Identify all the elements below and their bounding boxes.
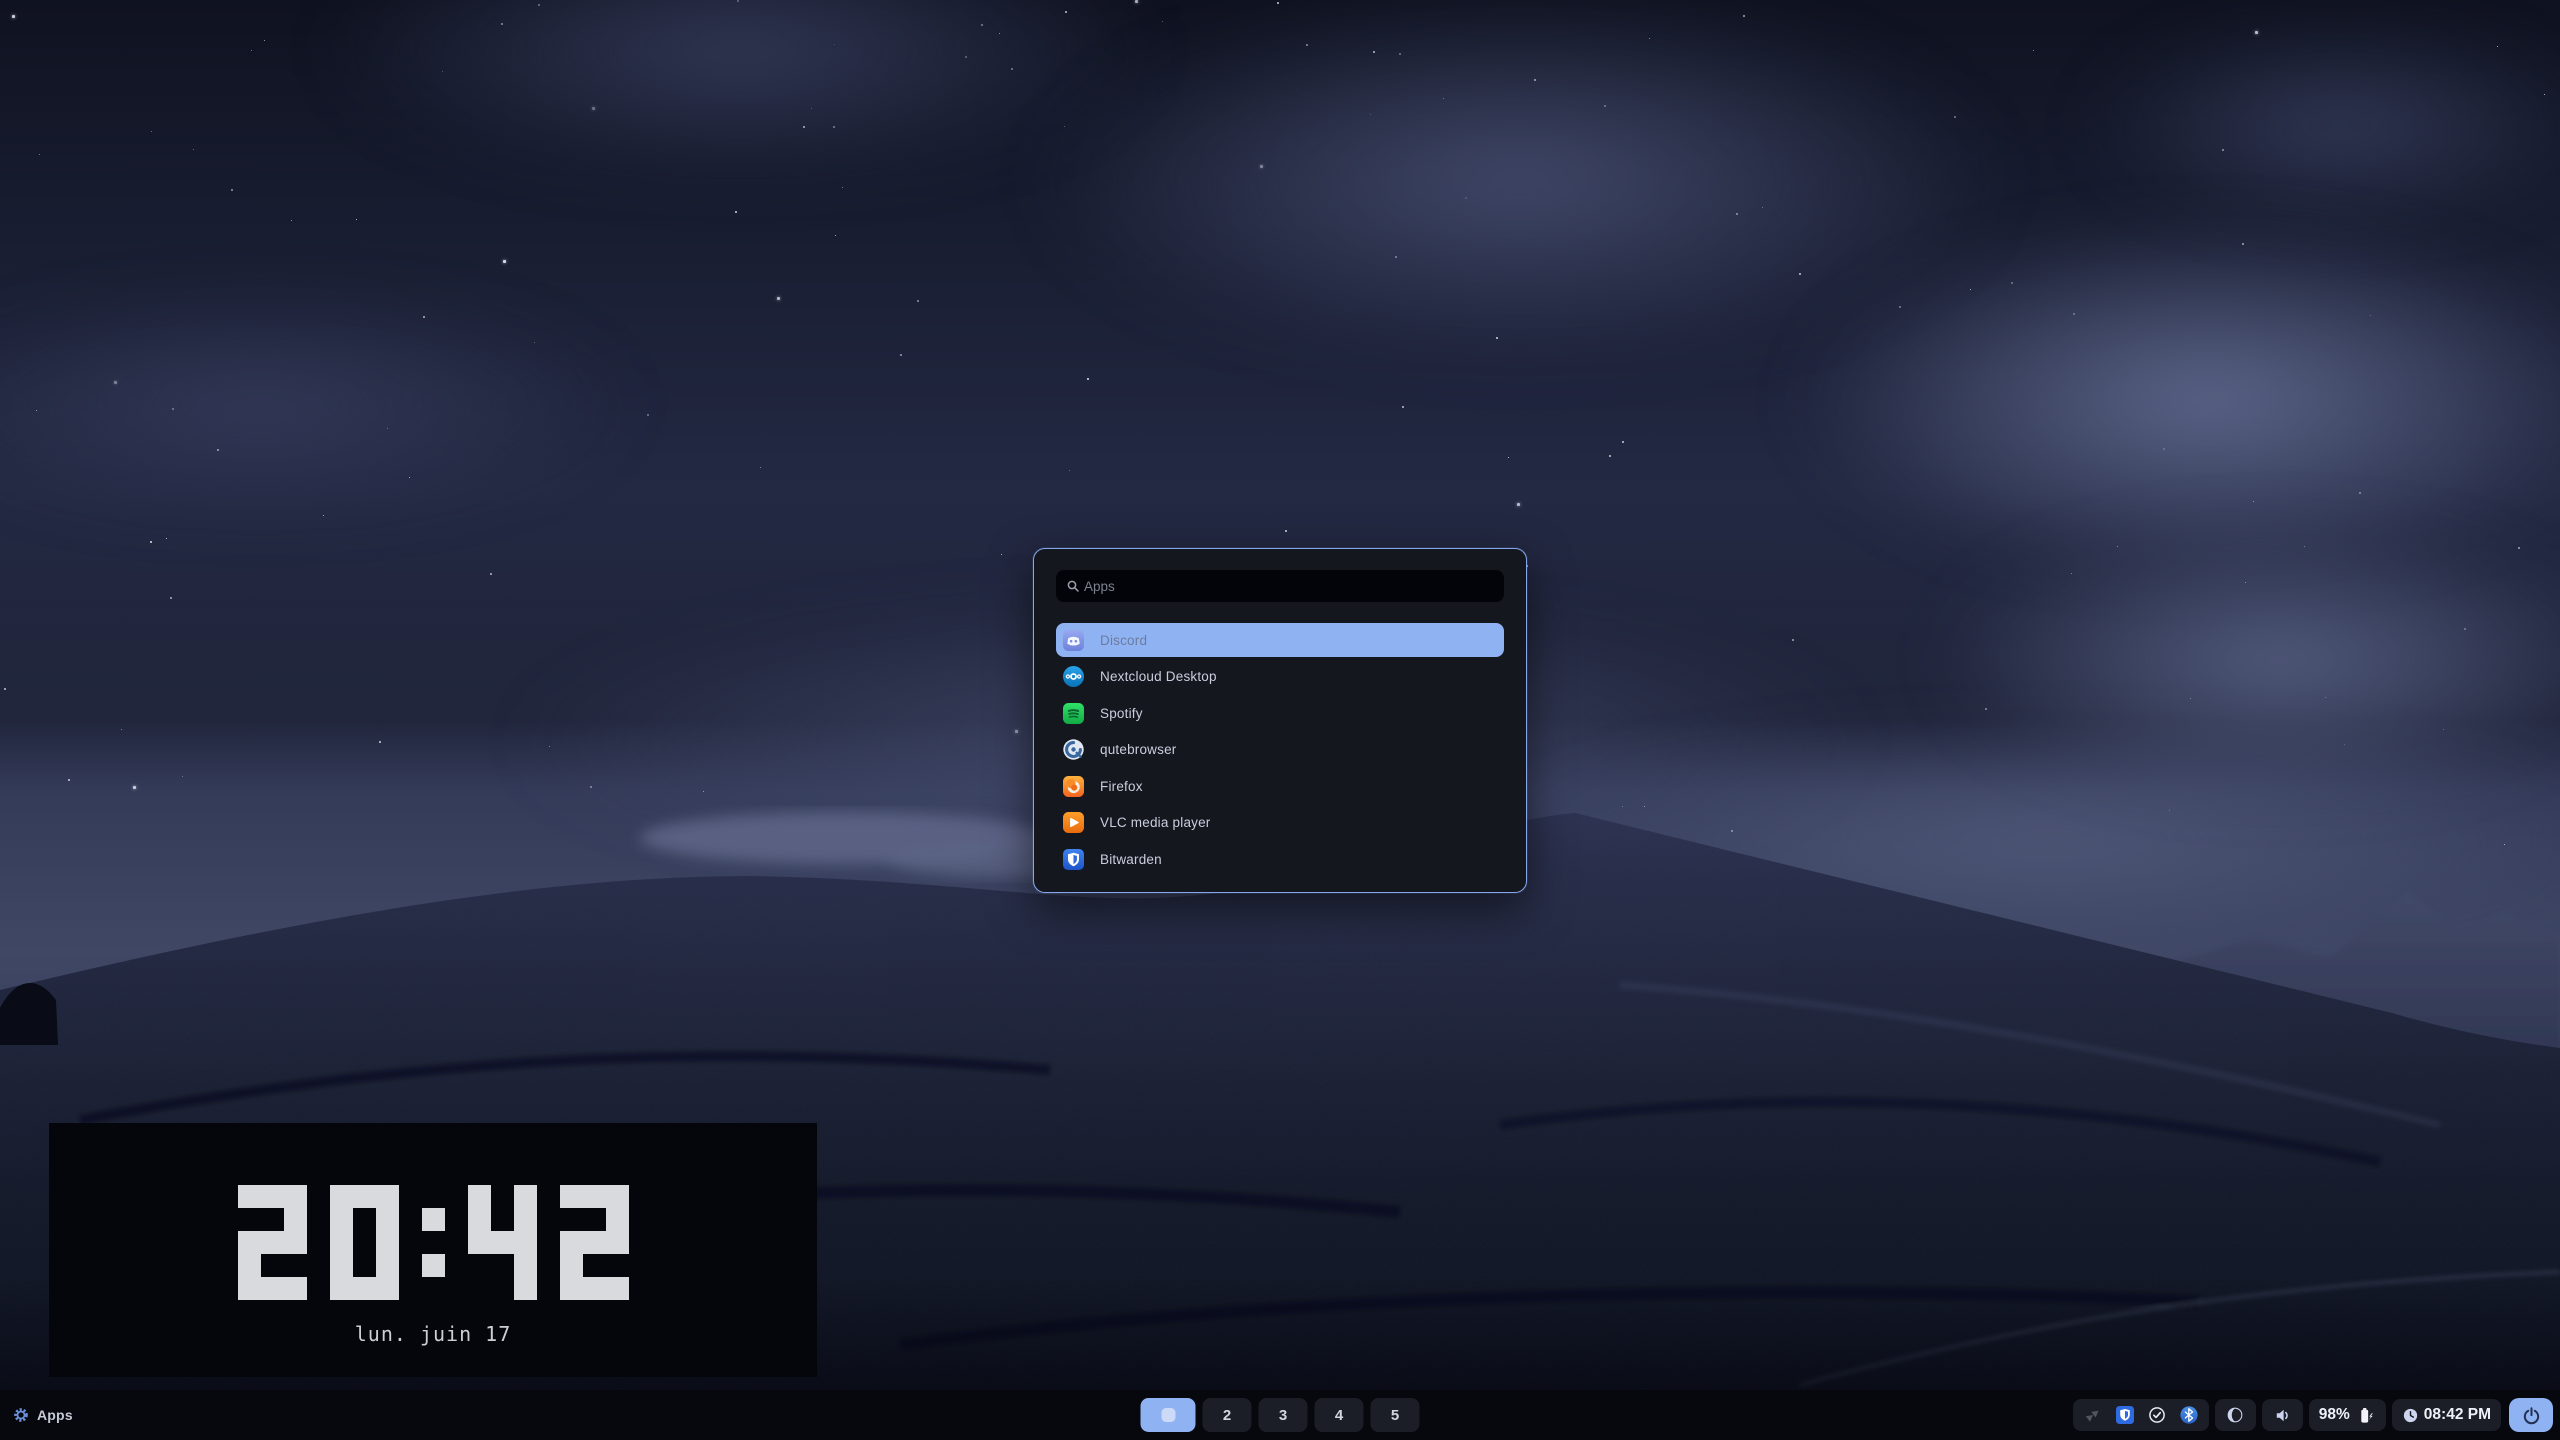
app-label: Discord	[1100, 633, 1147, 648]
check-circle-icon[interactable]	[2148, 1406, 2166, 1424]
workspace-active-dot	[1161, 1408, 1175, 1422]
clock-widget: lun. juin 17	[49, 1123, 817, 1377]
volume-button[interactable]	[2262, 1399, 2303, 1431]
bitwarden-tray-icon[interactable]	[2116, 1406, 2134, 1424]
clock-indicator[interactable]: 08:42 PM	[2392, 1399, 2501, 1431]
taskbar-time: 08:42 PM	[2424, 1406, 2491, 1424]
taskbar-right: 98% 08:42 PM	[2073, 1398, 2553, 1432]
workspace-button-3[interactable]: 3	[1259, 1398, 1308, 1432]
app-launcher: Discord Nextcloud Desktop Spotify qutebrows…	[1033, 548, 1527, 893]
app-label: Bitwarden	[1100, 852, 1162, 867]
taskbar: Apps 2345 98% 08:42 PM	[0, 1390, 2560, 1440]
app-item-bitwarden[interactable]: Bitwarden	[1056, 842, 1504, 876]
vlc-icon	[1063, 812, 1084, 833]
bitwarden-icon	[1063, 849, 1084, 870]
gear-icon	[13, 1407, 29, 1423]
app-item-firefox[interactable]: Firefox	[1056, 769, 1504, 803]
app-label: Firefox	[1100, 779, 1143, 794]
app-item-discord[interactable]: Discord	[1056, 623, 1504, 657]
sync-arrows-icon[interactable]	[2084, 1406, 2102, 1424]
bluetooth-icon[interactable]	[2180, 1406, 2198, 1424]
app-label: Spotify	[1100, 706, 1143, 721]
clock-icon	[2402, 1407, 2419, 1424]
workspace-switcher: 2345	[1141, 1398, 1420, 1432]
night-light-button[interactable]	[2215, 1399, 2256, 1431]
app-item-vlc-media-player[interactable]: VLC media player	[1056, 806, 1504, 840]
app-label: qutebrowser	[1100, 742, 1177, 757]
workspace-button-1[interactable]	[1141, 1398, 1196, 1432]
workspace-button-2[interactable]: 2	[1203, 1398, 1252, 1432]
search-icon	[1066, 579, 1080, 593]
digital-clock-date: lun. juin 17	[355, 1322, 512, 1346]
spotify-icon	[1063, 703, 1084, 724]
apps-button[interactable]: Apps	[13, 1390, 73, 1440]
launcher-search[interactable]	[1056, 570, 1504, 602]
app-item-qutebrowser[interactable]: qutebrowser	[1056, 733, 1504, 767]
workspace-button-4[interactable]: 4	[1315, 1398, 1364, 1432]
app-label: VLC media player	[1100, 815, 1211, 830]
system-tray	[2073, 1399, 2209, 1431]
battery-charging-icon	[2355, 1405, 2376, 1426]
battery-indicator[interactable]: 98%	[2309, 1399, 2386, 1431]
app-list: Discord Nextcloud Desktop Spotify qutebrows…	[1056, 623, 1504, 876]
app-item-spotify[interactable]: Spotify	[1056, 696, 1504, 730]
firefox-icon	[1063, 776, 1084, 797]
search-input[interactable]	[1082, 578, 1494, 595]
desktop: Discord Nextcloud Desktop Spotify qutebrows…	[0, 0, 2560, 1440]
apps-button-label: Apps	[37, 1407, 73, 1423]
nextcloud-icon	[1063, 666, 1084, 687]
power-button[interactable]	[2509, 1398, 2553, 1432]
discord-icon	[1063, 630, 1084, 651]
digital-clock-time	[238, 1185, 629, 1300]
app-item-nextcloud-desktop[interactable]: Nextcloud Desktop	[1056, 660, 1504, 694]
workspace-button-5[interactable]: 5	[1371, 1398, 1420, 1432]
battery-percent: 98%	[2319, 1406, 2350, 1424]
app-label: Nextcloud Desktop	[1100, 669, 1217, 684]
qutebrowser-icon	[1063, 739, 1084, 760]
